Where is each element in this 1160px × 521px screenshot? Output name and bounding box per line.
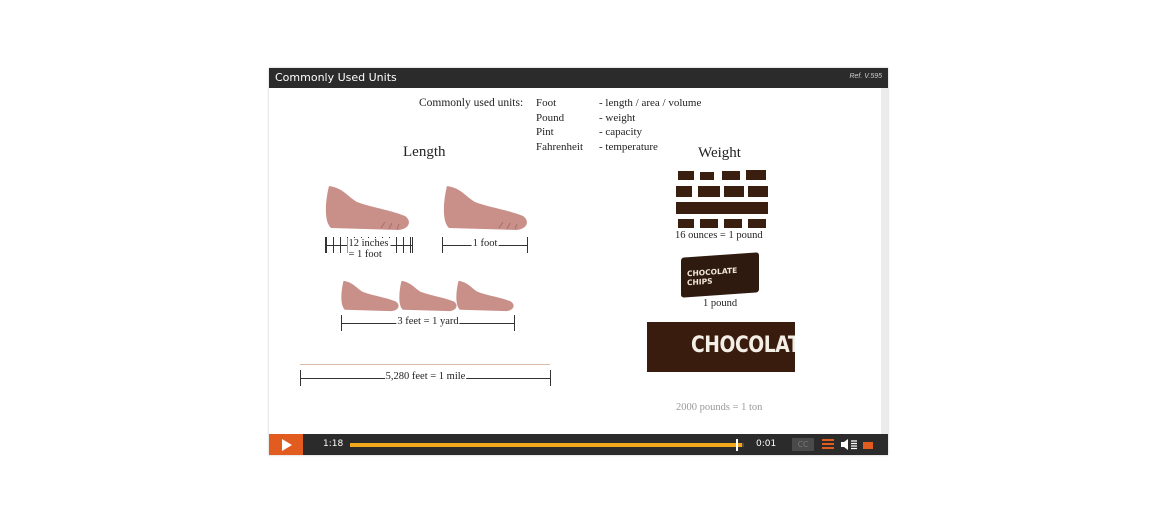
foot-image-4 <box>396 278 458 314</box>
yard-ruler: 3 feet = 1 yard <box>341 315 515 331</box>
foot-image-3 <box>338 278 400 314</box>
unit-name-pound: Pound <box>536 112 565 124</box>
unit-desc-fahrenheit: - temperature <box>599 141 658 153</box>
units-label: Commonly used units: <box>419 97 524 109</box>
progress-handle[interactable] <box>736 439 739 451</box>
ounces-caption: 16 ounces = 1 pound <box>674 230 764 241</box>
inches-ruler: 12 inches = 1 foot <box>325 237 413 260</box>
chocolate-bar-image: CHOCOLATE <box>647 322 795 372</box>
weight-heading: Weight <box>698 145 741 161</box>
unit-desc-pint: - capacity <box>599 126 643 138</box>
chips-bag-label: CHOCOLATE CHIPS <box>687 265 738 288</box>
yard-caption: 3 feet = 1 yard <box>396 316 460 327</box>
foot-ruler: 1 foot <box>442 237 528 253</box>
unit-name-fahrenheit: Fahrenheit <box>536 141 584 153</box>
slide-content: Commonly used units: Foot - length / are… <box>269 88 881 434</box>
unit-name-pint: Pint <box>536 126 554 138</box>
foot-image-5 <box>453 278 515 314</box>
unit-desc-foot: - length / area / volume <box>599 97 702 109</box>
mile-line <box>300 364 550 365</box>
play-icon <box>282 439 292 451</box>
inches-caption: 12 inches = 1 foot <box>347 238 391 260</box>
chocolate-chips-pieces-image <box>674 169 770 229</box>
mile-ruler: 5,280 feet = 1 mile <box>300 370 551 386</box>
foot-caption: 1 foot <box>471 238 499 249</box>
chocolate-bar-label: CHOCOLATE <box>691 333 795 358</box>
length-heading: Length <box>403 144 446 160</box>
reference-code: Ref. V.595 <box>849 73 882 80</box>
menu-icon[interactable] <box>822 439 834 450</box>
player-controls: 1:18 0:01 CC <box>269 434 888 455</box>
mile-caption: 5,280 feet = 1 mile <box>384 371 467 382</box>
player-title-bar: Commonly Used Units Ref. V.595 <box>269 68 888 88</box>
foot-image-2 <box>439 184 529 232</box>
unit-desc-pound: - weight <box>599 112 636 124</box>
play-button[interactable] <box>269 434 303 455</box>
closed-captions-button[interactable]: CC <box>792 438 814 451</box>
current-time: 1:18 <box>323 439 344 449</box>
slide-scrollbar[interactable] <box>881 88 888 434</box>
chocolate-chips-bag-image: CHOCOLATE CHIPS <box>681 252 759 298</box>
volume-icon[interactable] <box>840 438 858 451</box>
unit-name-foot: Foot <box>536 97 557 109</box>
progress-bar[interactable] <box>350 439 744 451</box>
pound-caption: 1 pound <box>702 298 739 309</box>
ton-caption: 2000 pounds = 1 ton <box>675 402 764 413</box>
video-player: Commonly Used Units Ref. V.595 Commonly … <box>269 68 888 455</box>
video-title: Commonly Used Units <box>275 71 397 84</box>
foot-image-1 <box>321 184 411 232</box>
fullscreen-icon[interactable] <box>863 442 873 449</box>
progress-fill <box>350 443 743 447</box>
remaining-time: 0:01 <box>756 439 777 449</box>
